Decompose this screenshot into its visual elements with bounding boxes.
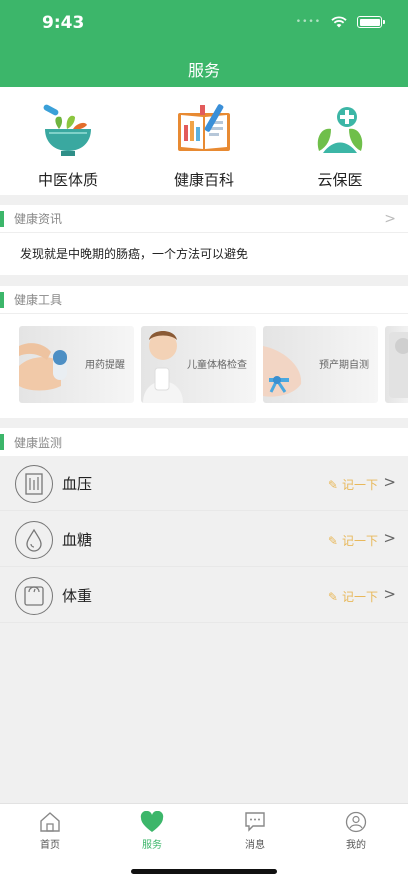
child-image <box>143 331 183 403</box>
service-tcm-constitution[interactable]: 中医体质 <box>13 99 123 190</box>
tab-services[interactable]: 服务 <box>122 811 182 851</box>
monitor-title: 健康监测 <box>14 435 63 450</box>
tool-label: 预产期自测 <box>319 360 369 371</box>
monitor-name: 血压 <box>62 475 93 493</box>
service-label: 中医体质 <box>37 171 98 189</box>
open-book-icon <box>178 104 230 151</box>
news-section: 健康资讯 > 发现就是中晚期的肠癌，一个方法可以避免 <box>0 205 408 275</box>
record-button[interactable]: ✎ 记一下 <box>328 476 378 493</box>
monitor-row-blood-pressure[interactable]: 血压 ✎ 记一下 > <box>0 457 408 511</box>
home-icon <box>40 812 60 832</box>
monitor-name: 血糖 <box>62 531 93 549</box>
blood-pressure-icon <box>15 464 53 503</box>
news-header[interactable]: 健康资讯 > <box>0 205 408 233</box>
section-accent <box>0 434 4 450</box>
service-label: 健康百科 <box>173 171 234 189</box>
tab-profile[interactable]: 我的 <box>326 811 386 851</box>
service-health-encyclopedia[interactable]: 健康百科 <box>149 99 259 190</box>
monitor-row-weight[interactable]: 体重 ✎ 记一下 > <box>0 569 408 623</box>
header-bar: 9:43 •••• 服务 <box>0 0 408 87</box>
tool-card-medication-reminder[interactable]: 用药提醒 <box>19 326 134 403</box>
message-icon <box>245 812 265 832</box>
tools-title: 健康工具 <box>14 293 63 307</box>
pencil-icon: ✎ <box>327 589 338 604</box>
tool-card-due-date[interactable]: 预产期自测 <box>263 326 378 403</box>
home-indicator <box>131 869 277 874</box>
record-button[interactable]: ✎ 记一下 <box>328 532 378 549</box>
chevron-right-icon: > <box>383 585 396 603</box>
heart-icon <box>140 811 164 832</box>
monitor-section: 健康监测 <box>0 428 408 456</box>
tab-label: 首页 <box>40 840 60 851</box>
tab-label: 服务 <box>142 840 162 851</box>
wifi-icon <box>331 16 347 28</box>
tool-card-partial[interactable] <box>385 326 408 403</box>
scale-image <box>389 332 408 398</box>
news-headline[interactable]: 发现就是中晚期的肠癌，一个方法可以避免 <box>0 233 408 273</box>
tab-label: 我的 <box>346 840 366 851</box>
monitor-row-blood-sugar[interactable]: 血糖 ✎ 记一下 > <box>0 513 408 567</box>
tools-carousel[interactable]: 用药提醒 儿童体格检查 预产期自测 <box>0 314 408 418</box>
service-label: 云保医 <box>317 171 363 189</box>
section-accent <box>0 210 4 227</box>
record-button[interactable]: ✎ 记一下 <box>328 588 378 605</box>
tab-label: 消息 <box>245 840 265 851</box>
tool-label: 儿童体格检查 <box>187 360 247 371</box>
tools-header: 健康工具 <box>0 286 408 314</box>
page-title: 服务 <box>187 61 220 80</box>
cloud-medical-icon <box>317 107 363 153</box>
tab-messages[interactable]: 消息 <box>225 811 285 851</box>
service-cloud-medical[interactable]: 云保医 <box>285 99 395 190</box>
tools-section: 健康工具 用药提醒 儿童体格检查 预产期自测 <box>0 286 408 418</box>
pregnancy-image <box>263 346 302 397</box>
section-accent <box>0 291 4 308</box>
news-title: 健康资讯 <box>14 212 63 226</box>
signal-icon: •••• <box>295 17 321 27</box>
chevron-right-icon: > <box>383 529 396 547</box>
chevron-right-icon: > <box>383 473 396 491</box>
tool-card-child-physical-check[interactable]: 儿童体格检查 <box>141 326 256 403</box>
blood-sugar-icon <box>15 520 53 559</box>
profile-icon <box>345 811 367 833</box>
chevron-right-icon: > <box>384 211 396 227</box>
mortar-herbs-icon <box>43 104 91 156</box>
pencil-icon: ✎ <box>327 533 338 548</box>
tab-home[interactable]: 首页 <box>20 811 80 851</box>
pencil-icon: ✎ <box>327 477 338 492</box>
status-icons: •••• <box>295 16 385 28</box>
monitor-header: 健康监测 <box>0 428 408 456</box>
tool-label: 用药提醒 <box>85 360 125 371</box>
service-grid: 中医体质 健康百科 云保医 <box>0 87 408 195</box>
weight-scale-icon <box>15 576 53 615</box>
monitor-name: 体重 <box>62 587 93 605</box>
battery-icon <box>357 16 385 28</box>
pill-hand-image <box>19 343 67 391</box>
status-time: 9:43 <box>42 13 85 33</box>
